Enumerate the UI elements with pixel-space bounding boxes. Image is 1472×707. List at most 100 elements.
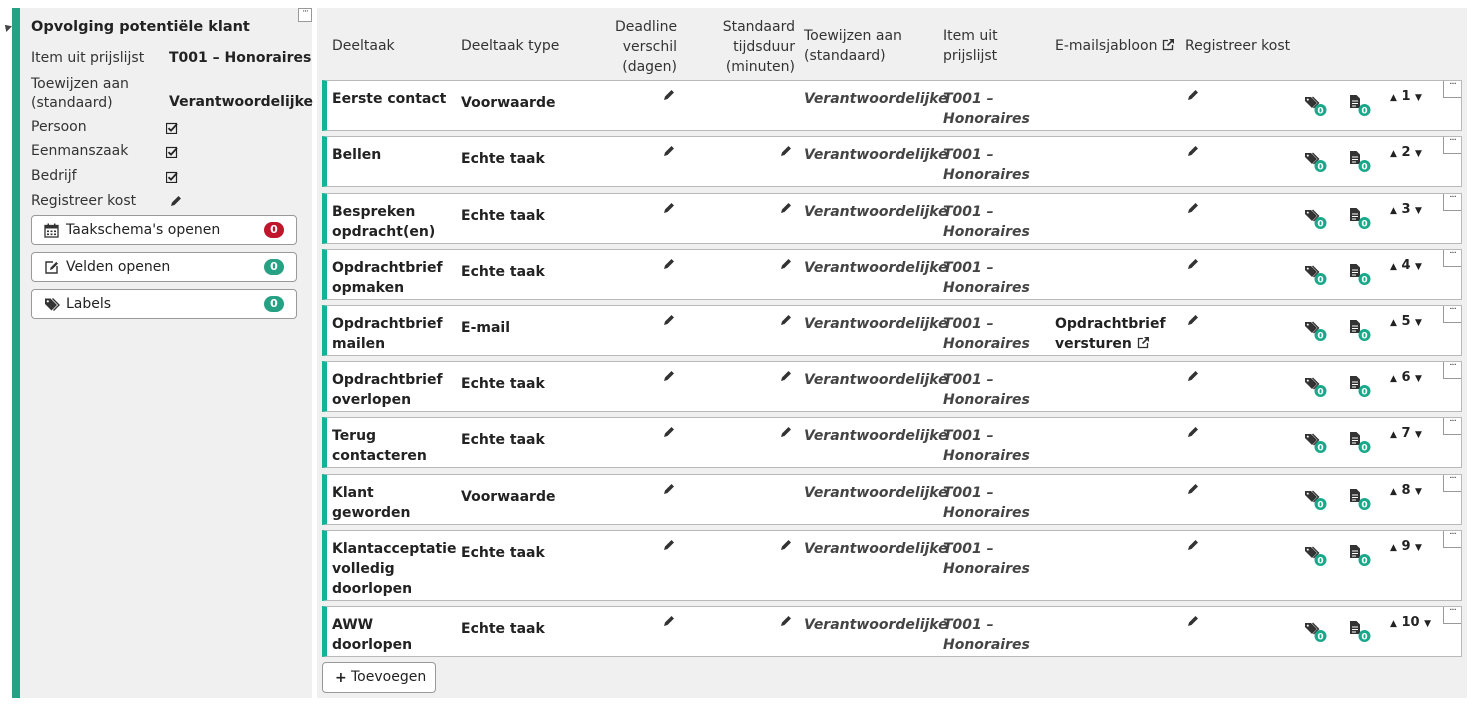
edit-cost-pencil-icon[interactable] xyxy=(1186,88,1200,102)
edit-cost-pencil-icon[interactable] xyxy=(1186,201,1200,215)
order-dropdown[interactable]: ▲ 3 ▼ xyxy=(1390,202,1422,217)
cost-label: Registreer kost xyxy=(31,193,137,209)
tags-count-icon[interactable]: 0 xyxy=(1305,95,1329,117)
edit-duration-pencil-icon[interactable] xyxy=(779,144,793,158)
edit-cost-pencil-icon[interactable] xyxy=(1186,369,1200,383)
edit-deadline-pencil-icon[interactable] xyxy=(662,88,676,102)
edit-deadline-pencil-icon[interactable] xyxy=(662,614,676,628)
tags-count-icon[interactable]: 0 xyxy=(1305,264,1329,286)
tags-count-icon[interactable]: 0 xyxy=(1305,432,1329,454)
order-dropdown[interactable]: ▲ 5 ▼ xyxy=(1390,314,1422,329)
row-menu-button[interactable]: ··· xyxy=(1443,474,1461,492)
collapse-caret-icon[interactable] xyxy=(2,22,12,32)
documents-count-icon[interactable]: 0 xyxy=(1349,264,1373,286)
tags-count-icon[interactable]: 0 xyxy=(1305,208,1329,230)
tags-count-icon[interactable]: 0 xyxy=(1305,151,1329,173)
tags-icon xyxy=(45,298,60,311)
documents-count-icon[interactable]: 0 xyxy=(1349,376,1373,398)
checkbox-checked-icon[interactable] xyxy=(166,122,178,134)
order-dropdown[interactable]: ▲ 9 ▼ xyxy=(1390,539,1422,554)
labels-button[interactable]: Labels 0 xyxy=(31,289,297,319)
edit-deadline-pencil-icon[interactable] xyxy=(662,257,676,271)
open-task-schedules-button[interactable]: Taakschema's openen 0 xyxy=(31,215,297,245)
order-dropdown[interactable]: ▲ 1 ▼ xyxy=(1390,89,1422,104)
table-row[interactable]: Klantacceptatie volledig doorlopen Echte … xyxy=(322,530,1462,601)
header-deeltaak: Deeltaak xyxy=(332,38,395,54)
documents-count-icon[interactable]: 0 xyxy=(1349,151,1373,173)
edit-deadline-pencil-icon[interactable] xyxy=(662,369,676,383)
edit-duration-pencil-icon[interactable] xyxy=(779,614,793,628)
order-dropdown[interactable]: ▲ 8 ▼ xyxy=(1390,483,1422,498)
add-subtask-button[interactable]: + Toevoegen xyxy=(322,662,436,693)
table-row[interactable]: Opdrachtbrief mailen E-mail Verantwoordeli… xyxy=(322,305,1462,356)
order-dropdown[interactable]: ▲ 6 ▼ xyxy=(1390,370,1422,385)
edit-cost-pencil-icon[interactable] xyxy=(1186,313,1200,327)
edit-cost-pencil-icon[interactable] xyxy=(1186,614,1200,628)
tags-count-icon[interactable]: 0 xyxy=(1305,320,1329,342)
edit-duration-pencil-icon[interactable] xyxy=(779,538,793,552)
pencil-icon[interactable] xyxy=(169,194,183,208)
tags-count-icon[interactable]: 0 xyxy=(1305,545,1329,567)
checkbox-checked-icon[interactable] xyxy=(166,171,178,183)
svg-text:0: 0 xyxy=(1317,387,1323,397)
row-menu-button[interactable]: ··· xyxy=(1443,361,1461,379)
order-dropdown[interactable]: ▲ 4 ▼ xyxy=(1390,258,1422,273)
edit-cost-pencil-icon[interactable] xyxy=(1186,144,1200,158)
subtask-assignee: Verantwoordelijke xyxy=(804,541,948,557)
panel-menu-button[interactable]: ··· xyxy=(298,8,312,22)
documents-count-icon[interactable]: 0 xyxy=(1349,320,1373,342)
subtask-price-item: T001 – Honoraires xyxy=(943,617,1030,653)
checkbox-checked-icon[interactable] xyxy=(166,146,178,158)
edit-duration-pencil-icon[interactable] xyxy=(779,425,793,439)
email-template-link[interactable]: Opdrachtbrief versturen xyxy=(1055,314,1175,354)
edit-cost-pencil-icon[interactable] xyxy=(1186,538,1200,552)
edit-duration-pencil-icon[interactable] xyxy=(779,369,793,383)
table-row[interactable]: Klant geworden Voorwaarde Verantwoordelijk… xyxy=(322,474,1462,525)
documents-count-icon[interactable]: 0 xyxy=(1349,95,1373,117)
edit-duration-pencil-icon[interactable] xyxy=(779,313,793,327)
order-dropdown[interactable]: ▲ 2 ▼ xyxy=(1390,145,1422,160)
edit-duration-pencil-icon[interactable] xyxy=(779,257,793,271)
table-row[interactable]: AWW doorlopen Echte taak Verantwoordelijke… xyxy=(322,606,1462,657)
documents-count-icon[interactable]: 0 xyxy=(1349,621,1373,643)
open-fields-button[interactable]: Velden openen 0 xyxy=(31,252,297,282)
row-menu-button[interactable]: ··· xyxy=(1443,417,1461,435)
edit-deadline-pencil-icon[interactable] xyxy=(662,538,676,552)
edit-deadline-pencil-icon[interactable] xyxy=(662,425,676,439)
row-menu-button[interactable]: ··· xyxy=(1443,530,1461,548)
edit-deadline-pencil-icon[interactable] xyxy=(662,313,676,327)
tags-count-icon[interactable]: 0 xyxy=(1305,489,1329,511)
calendar-icon xyxy=(44,223,59,238)
tags-count-icon[interactable]: 0 xyxy=(1305,621,1329,643)
table-row[interactable]: Opdrachtbrief opmaken Echte taak Verantwoo… xyxy=(322,249,1462,300)
edit-duration-pencil-icon[interactable] xyxy=(779,201,793,215)
documents-count-icon[interactable]: 0 xyxy=(1349,545,1373,567)
edit-cost-pencil-icon[interactable] xyxy=(1186,425,1200,439)
edit-cost-pencil-icon[interactable] xyxy=(1186,257,1200,271)
table-row[interactable]: Bellen Echte taak Verantwoordelijke T001 – … xyxy=(322,136,1462,187)
row-menu-button[interactable]: ··· xyxy=(1443,606,1461,624)
svg-text:0: 0 xyxy=(1361,162,1367,172)
row-menu-button[interactable]: ··· xyxy=(1443,305,1461,323)
caret-up-icon: ▲ xyxy=(1390,149,1397,159)
table-row[interactable]: Bespreken opdracht(en) Echte taak Verantwo… xyxy=(322,193,1462,244)
edit-cost-pencil-icon[interactable] xyxy=(1186,482,1200,496)
row-menu-button[interactable]: ··· xyxy=(1443,80,1461,98)
documents-count-icon[interactable]: 0 xyxy=(1349,208,1373,230)
documents-count-icon[interactable]: 0 xyxy=(1349,432,1373,454)
caret-up-icon: ▲ xyxy=(1390,318,1397,328)
table-row[interactable]: Terug contacteren Echte taak Verantwoordel… xyxy=(322,417,1462,468)
row-menu-button[interactable]: ··· xyxy=(1443,193,1461,211)
subtask-type: Echte taak xyxy=(461,545,545,561)
tags-count-icon[interactable]: 0 xyxy=(1305,376,1329,398)
documents-count-icon[interactable]: 0 xyxy=(1349,489,1373,511)
edit-deadline-pencil-icon[interactable] xyxy=(662,144,676,158)
order-dropdown[interactable]: ▲ 7 ▼ xyxy=(1390,426,1422,441)
edit-deadline-pencil-icon[interactable] xyxy=(662,482,676,496)
edit-deadline-pencil-icon[interactable] xyxy=(662,201,676,215)
table-row[interactable]: Opdrachtbrief overlopen Echte taak Verantw… xyxy=(322,361,1462,412)
order-dropdown[interactable]: ▲ 10 ▼ xyxy=(1390,615,1431,630)
table-row[interactable]: Eerste contact Voorwaarde Verantwoordelijk… xyxy=(322,80,1462,131)
row-menu-button[interactable]: ··· xyxy=(1443,136,1461,154)
row-menu-button[interactable]: ··· xyxy=(1443,249,1461,267)
